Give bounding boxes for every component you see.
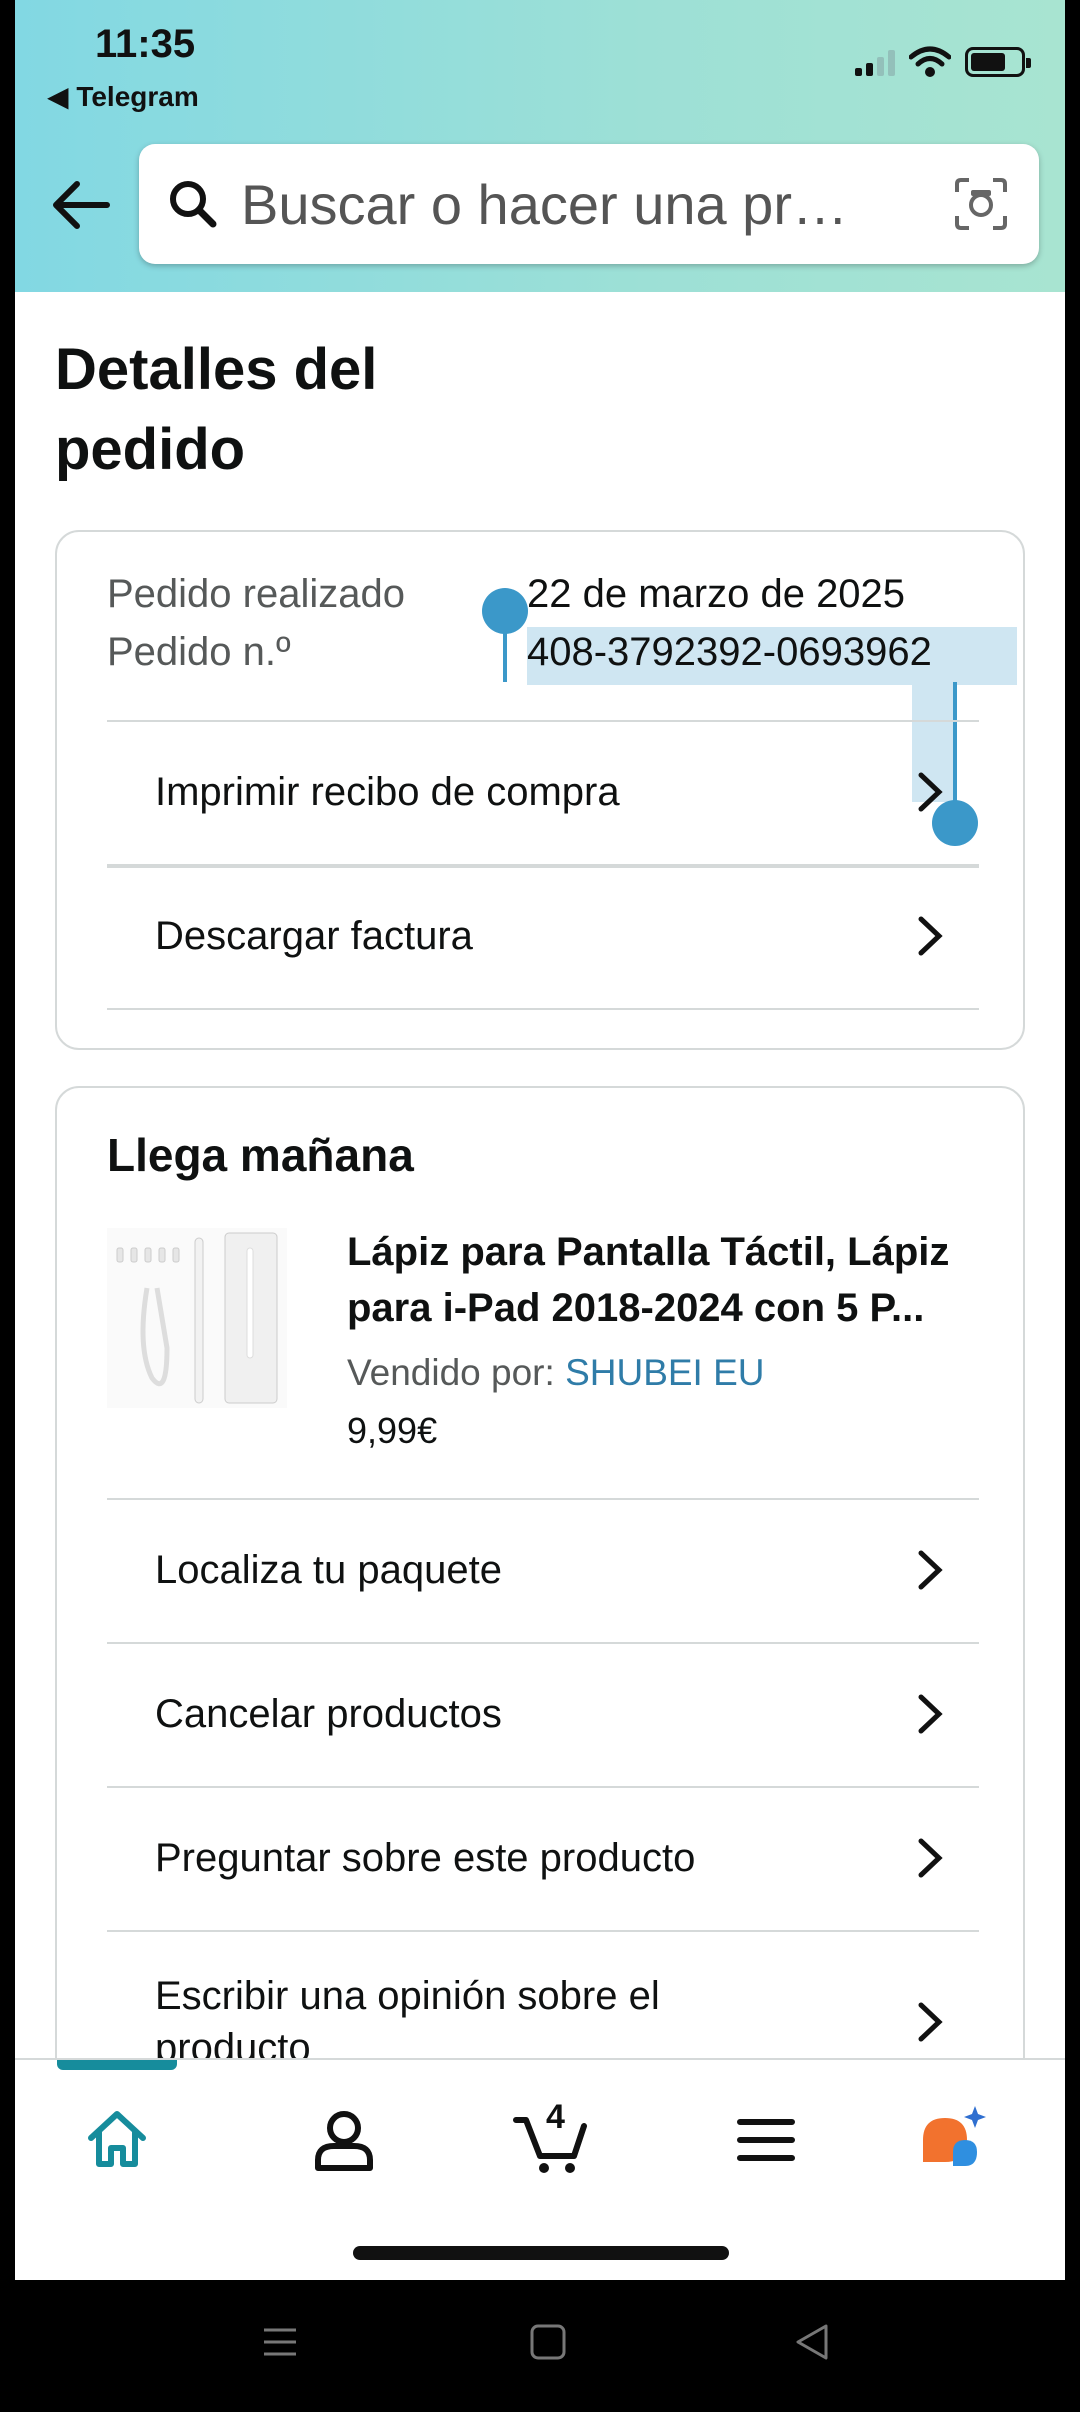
product-title[interactable]: Lápiz para Pantalla Táctil, Lápiz para i… xyxy=(347,1224,987,1336)
ask-product-label: Preguntar sobre este producto xyxy=(155,1835,696,1880)
battery-icon xyxy=(965,47,1031,77)
cancel-items-label: Cancelar productos xyxy=(155,1691,502,1736)
menu-icon[interactable] xyxy=(726,2100,806,2180)
account-icon[interactable] xyxy=(304,2100,384,2180)
recent-apps-icon[interactable] xyxy=(260,2322,300,2362)
back-arrow-icon[interactable] xyxy=(45,170,115,240)
cart-count-badge: 4 xyxy=(546,2098,565,2136)
search-bar[interactable] xyxy=(139,144,1039,264)
seller-link[interactable]: SHUBEI EU xyxy=(565,1352,764,1393)
seller-label: Vendido por: xyxy=(347,1352,555,1393)
cancel-items-row[interactable]: Cancelar productos xyxy=(107,1644,979,1784)
bottom-navigation: 4 xyxy=(15,2058,1065,2280)
cellular-signal-icon xyxy=(855,48,895,76)
product-image[interactable] xyxy=(107,1228,287,1408)
cart-button[interactable]: 4 xyxy=(512,2098,592,2180)
order-number-value[interactable]: 408-3792392-0693962 xyxy=(527,630,932,675)
download-invoice-label: Descargar factura xyxy=(155,913,473,958)
order-placed-date: 22 de marzo de 2025 xyxy=(527,572,906,616)
print-receipt-row[interactable]: Imprimir recibo de compra xyxy=(107,722,979,862)
header: 11:35 ◀ Telegram xyxy=(15,0,1065,292)
status-icons xyxy=(855,46,1031,78)
track-package-label: Localiza tu paquete xyxy=(155,1547,502,1592)
divider xyxy=(107,1008,979,1010)
chevron-right-icon xyxy=(918,772,943,812)
page-title: Detalles del pedido xyxy=(55,337,378,482)
home-button-icon[interactable] xyxy=(528,2322,568,2362)
home-indicator xyxy=(353,2246,729,2260)
search-icon xyxy=(170,181,217,228)
order-placed-label: Pedido realizado xyxy=(107,572,405,616)
active-tab-indicator xyxy=(57,2060,177,2070)
selection-start-handle[interactable] xyxy=(482,588,528,634)
chevron-right-icon xyxy=(918,1694,943,1734)
chevron-right-icon xyxy=(918,916,943,956)
rufus-assistant-icon[interactable] xyxy=(915,2100,995,2180)
back-button-icon[interactable] xyxy=(792,2322,832,2362)
home-icon[interactable] xyxy=(77,2100,157,2180)
product-price: 9,99€ xyxy=(347,1410,438,1451)
seller-info: Vendido por: SHUBEI EU xyxy=(347,1352,765,1394)
chevron-right-icon xyxy=(918,1550,943,1590)
app-screen: 11:35 ◀ Telegram Buscar o hacer una pr… … xyxy=(15,0,1065,2280)
wifi-icon xyxy=(909,46,951,77)
track-package-row[interactable]: Localiza tu paquete xyxy=(107,1500,979,1640)
delivery-status-title: Llega mañana xyxy=(107,1129,414,1181)
status-time: 11:35 xyxy=(95,22,196,66)
download-invoice-row[interactable]: Descargar factura xyxy=(107,866,979,1006)
camera-scan-icon[interactable] xyxy=(951,174,1011,234)
back-to-telegram-link[interactable]: ◀ Telegram xyxy=(47,80,199,113)
ask-product-row[interactable]: Preguntar sobre este producto xyxy=(107,1788,979,1928)
search-input[interactable] xyxy=(241,171,901,237)
system-navigation-bar xyxy=(0,2280,1080,2412)
print-receipt-label: Imprimir recibo de compra xyxy=(155,769,620,814)
order-number-label: Pedido n.º xyxy=(107,630,291,674)
order-info-card: Pedido realizado 22 de marzo de 2025 Ped… xyxy=(55,530,1025,1050)
chevron-right-icon xyxy=(918,2002,943,2042)
chevron-right-icon xyxy=(918,1838,943,1878)
